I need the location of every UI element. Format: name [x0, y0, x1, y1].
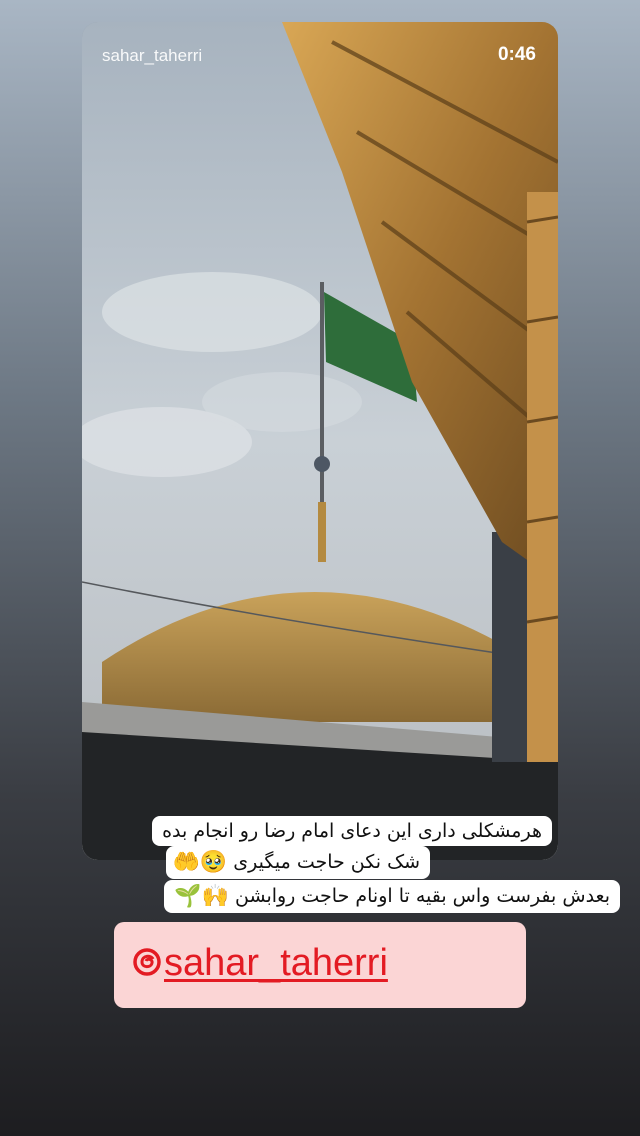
threads-icon: [133, 948, 161, 976]
caption-line-1: هرمشکلی داری این دعای امام رضا رو انجام …: [152, 816, 552, 846]
story-video[interactable]: sahar_taherri 0:46: [82, 22, 558, 860]
story-username[interactable]: sahar_taherri: [102, 46, 202, 66]
caption-text-2: شک نکن حاجت میگیری: [233, 851, 420, 873]
mention-link[interactable]: sahar_taherri: [132, 942, 388, 985]
mention-handle[interactable]: sahar_taherri: [164, 942, 388, 984]
caption-emojis-2: 🥹🤲: [172, 850, 228, 875]
caption-emojis-3: 🙌🌱: [174, 884, 229, 909]
caption-text-1: هرمشکلی داری این دعای امام رضا رو انجام …: [162, 820, 542, 842]
story-elapsed-time: 0:46: [497, 44, 536, 65]
shrine-scene-image: [82, 22, 558, 860]
caption-text-3: بعدش بفرست واس بقیه تا اونام حاجت روابشن: [235, 885, 610, 907]
mention-sticker[interactable]: sahar_taherri: [114, 922, 526, 1008]
caption-line-2: شک نکن حاجت میگیری 🥹🤲: [166, 846, 430, 879]
caption-line-3: بعدش بفرست واس بقیه تا اونام حاجت روابشن…: [164, 880, 620, 913]
